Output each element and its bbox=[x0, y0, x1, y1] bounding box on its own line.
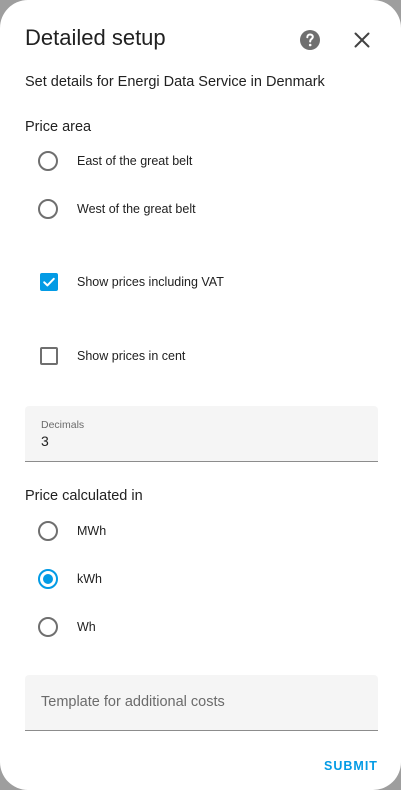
price-area-east-radio[interactable] bbox=[38, 151, 58, 171]
unit-mwh-option[interactable]: MWh bbox=[38, 519, 106, 543]
additional-costs-template-field[interactable]: Template for additional costs bbox=[25, 675, 378, 731]
decimals-field[interactable]: Decimals 3 bbox=[25, 406, 378, 462]
help-circle-icon bbox=[300, 30, 320, 50]
close-icon bbox=[354, 32, 370, 48]
vat-label: Show prices including VAT bbox=[77, 275, 224, 289]
setup-dialog: Detailed setup Set details for Energi Da… bbox=[0, 0, 401, 790]
vat-checkbox[interactable] bbox=[40, 273, 58, 291]
dialog-title: Detailed setup bbox=[25, 25, 166, 50]
price-area-west-radio[interactable] bbox=[38, 199, 58, 219]
price-area-west-label: West of the great belt bbox=[77, 202, 196, 216]
close-button[interactable] bbox=[350, 28, 374, 52]
help-button[interactable] bbox=[298, 28, 322, 52]
unit-kwh-option[interactable]: kWh bbox=[38, 567, 102, 591]
unit-wh-label: Wh bbox=[77, 620, 96, 634]
unit-wh-radio[interactable] bbox=[38, 617, 58, 637]
unit-wh-option[interactable]: Wh bbox=[38, 615, 96, 639]
cent-checkbox[interactable] bbox=[40, 347, 58, 365]
price-unit-label: Price calculated in bbox=[25, 488, 143, 504]
unit-kwh-label: kWh bbox=[77, 572, 102, 586]
price-area-west-option[interactable]: West of the great belt bbox=[38, 197, 196, 221]
dialog-description: Set details for Energi Data Service in D… bbox=[25, 74, 325, 90]
unit-kwh-radio[interactable] bbox=[38, 569, 58, 589]
decimals-label: Decimals bbox=[41, 419, 85, 431]
unit-mwh-label: MWh bbox=[77, 524, 107, 538]
price-area-east-label: East of the great belt bbox=[77, 154, 193, 168]
additional-costs-template-placeholder: Template for additional costs bbox=[41, 694, 225, 710]
unit-mwh-radio[interactable] bbox=[38, 521, 58, 541]
price-area-east-option[interactable]: East of the great belt bbox=[38, 149, 192, 173]
vat-option[interactable]: Show prices including VAT bbox=[38, 270, 224, 294]
cent-label: Show prices in cent bbox=[77, 349, 186, 363]
check-icon bbox=[43, 277, 55, 287]
submit-button[interactable]: SUBMIT bbox=[318, 753, 384, 779]
decimals-value[interactable]: 3 bbox=[41, 433, 49, 449]
price-area-label: Price area bbox=[25, 119, 92, 135]
cent-option[interactable]: Show prices in cent bbox=[38, 344, 185, 368]
